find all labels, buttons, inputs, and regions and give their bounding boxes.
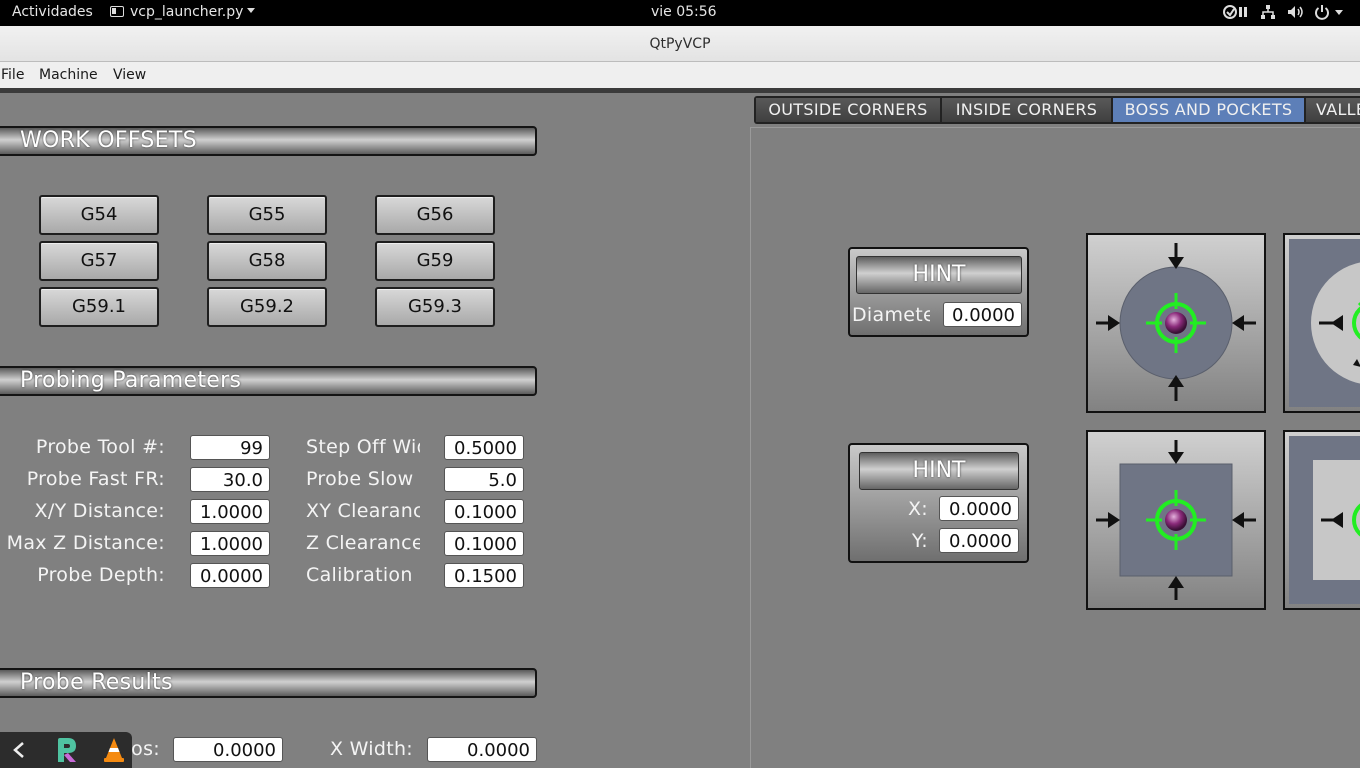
window-icon	[110, 6, 124, 17]
g58-button[interactable]: G58	[207, 241, 327, 281]
vlc-icon[interactable]	[102, 736, 126, 764]
rect-pocket-probe-icon	[1289, 436, 1360, 604]
pocket-rect-probe-button[interactable]	[1283, 430, 1360, 610]
xy-distance-label: X/Y Distance:	[34, 500, 165, 522]
volume-icon	[1288, 6, 1303, 18]
probe-slow-fr-label: Probe Slow FR:	[306, 468, 420, 490]
g54-button[interactable]: G54	[39, 195, 159, 235]
boss-pockets-pane	[750, 127, 1360, 768]
g57-button[interactable]: G57	[39, 241, 159, 281]
probing-parameters-header: Probing Parameters	[0, 366, 537, 396]
x-width-label: X Width:	[329, 738, 413, 760]
window-title: QtPyVCP	[649, 36, 711, 52]
menu-bar: File Machine View	[0, 62, 1360, 88]
power-icon	[1315, 5, 1343, 20]
accessibility-icon	[1223, 5, 1247, 19]
pycharm-icon[interactable]	[54, 736, 80, 764]
y-size-input[interactable]: 0.0000	[939, 528, 1019, 553]
back-chevron-icon[interactable]	[10, 741, 28, 759]
calibration-dia-label: Calibration Dia:	[306, 564, 420, 586]
x-width-value: 0.0000	[427, 737, 537, 762]
network-icon	[1261, 5, 1275, 19]
work-offsets-header: WORK OFFSETS	[0, 126, 537, 156]
xy-clearance-input[interactable]: 0.1000	[444, 499, 524, 524]
menu-file[interactable]: File	[1, 67, 24, 83]
toolbar-separator	[0, 88, 1360, 93]
x-pos-value: 0.0000	[173, 737, 283, 762]
g59-1-button[interactable]: G59.1	[39, 287, 159, 327]
diameter-input[interactable]: 0.0000	[943, 302, 1022, 327]
probe-tool-label: Probe Tool #:	[35, 436, 165, 458]
tab-boss-and-pockets[interactable]: BOSS AND POCKETS	[1113, 98, 1304, 122]
window-title-bar: QtPyVCP	[0, 26, 1360, 62]
calibration-dia-input[interactable]: 0.1500	[444, 563, 524, 588]
tab-valley[interactable]: VALLEY	[1306, 98, 1360, 122]
g56-button[interactable]: G56	[375, 195, 495, 235]
probe-depth-input[interactable]: 0.0000	[190, 563, 270, 588]
g59-button[interactable]: G59	[375, 241, 495, 281]
chevron-down-icon	[247, 8, 256, 13]
rect-boss-probe-icon	[1096, 440, 1256, 600]
pocket-probe-icon	[1289, 239, 1360, 407]
menu-machine[interactable]: Machine	[39, 67, 98, 83]
boss-probe-icon	[1096, 243, 1256, 401]
y-size-label: Y:	[911, 530, 928, 552]
menu-view[interactable]: View	[113, 67, 146, 83]
probe-tool-input[interactable]: 99	[190, 435, 270, 460]
probe-depth-label: Probe Depth:	[37, 564, 165, 586]
tab-outside-corners[interactable]: OUTSIDE CORNERS	[756, 98, 940, 122]
clock[interactable]: vie 05:56	[651, 4, 717, 20]
hint-button-2[interactable]: HINT	[859, 452, 1019, 490]
boss-rect-probe-button[interactable]	[1086, 430, 1266, 610]
activities-button[interactable]: Actividades	[12, 4, 93, 20]
max-z-distance-input[interactable]: 1.0000	[190, 531, 270, 556]
hint-panel-boss-rect: HINT X: 0.0000 Y: 0.0000	[848, 443, 1029, 563]
x-size-input[interactable]: 0.0000	[939, 496, 1019, 521]
gnome-top-bar: Actividades vcp_launcher.py vie 05:56	[0, 0, 1360, 26]
system-tray[interactable]	[1222, 4, 1344, 20]
pocket-circle-probe-button[interactable]	[1283, 233, 1360, 413]
g55-button[interactable]: G55	[207, 195, 327, 235]
taskbar-dock	[0, 732, 132, 768]
probe-fast-fr-label: Probe Fast FR:	[26, 468, 165, 490]
step-off-width-label: Step Off Width:	[306, 436, 420, 458]
g59-2-button[interactable]: G59.2	[207, 287, 327, 327]
probe-fast-fr-input[interactable]: 30.0	[190, 467, 270, 492]
hint-panel-boss-circle: HINT Diameter: 0.0000	[848, 247, 1029, 337]
xy-clearance-label: XY Clearance:	[306, 500, 420, 522]
diameter-label: Diameter:	[852, 304, 930, 326]
x-size-label: X:	[907, 498, 928, 520]
g59-3-button[interactable]: G59.3	[375, 287, 495, 327]
step-off-width-input[interactable]: 0.5000	[444, 435, 524, 460]
hint-button-1[interactable]: HINT	[856, 256, 1022, 294]
xy-distance-input[interactable]: 1.0000	[190, 499, 270, 524]
tab-inside-corners[interactable]: INSIDE CORNERS	[942, 98, 1111, 122]
probe-results-header: Probe Results	[0, 668, 537, 698]
app-menu-label: vcp_launcher.py	[130, 4, 244, 20]
probe-tabs: OUTSIDE CORNERS INSIDE CORNERS BOSS AND …	[754, 96, 1360, 124]
z-clearance-input[interactable]: 0.1000	[444, 531, 524, 556]
boss-circle-probe-button[interactable]	[1086, 233, 1266, 413]
app-menu[interactable]: vcp_launcher.py	[110, 4, 256, 20]
max-z-distance-label: Max Z Distance:	[6, 532, 165, 554]
probe-slow-fr-input[interactable]: 5.0	[444, 467, 524, 492]
z-clearance-label: Z Clearance:	[306, 532, 420, 554]
